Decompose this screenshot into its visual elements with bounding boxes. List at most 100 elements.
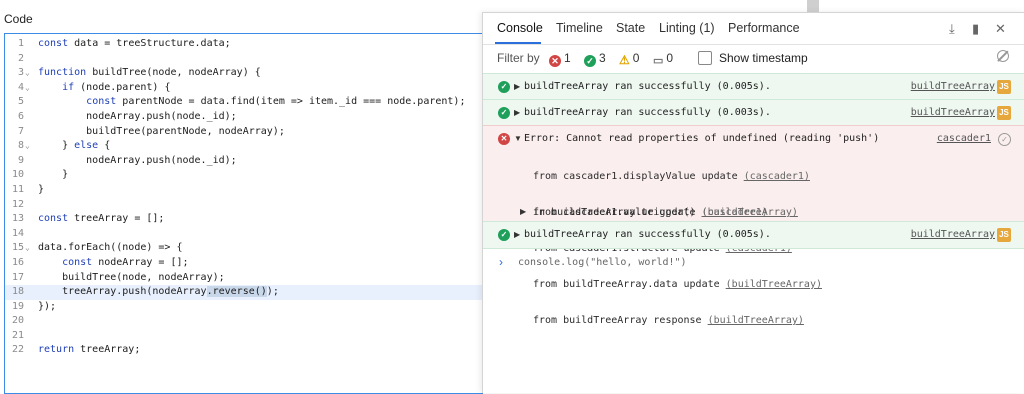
download-icon[interactable]: ⤓ [949, 21, 955, 37]
code-text: function buildTree(node, nodeArray) { [38, 67, 261, 79]
console-entry[interactable]: ✓ ▶ buildTreeArray ran successfully (0.0… [483, 73, 1024, 100]
code-line[interactable]: 2 [5, 52, 483, 67]
stack-frame: in buildTreeArray.trigger() (buildTreeAr… [533, 207, 798, 218]
code-line[interactable]: 13 const treeArray = []; [5, 212, 483, 227]
error-status-icon: ✕ [498, 133, 510, 145]
line-number: 20 [11, 315, 24, 327]
code-line[interactable]: 22 return treeArray; [5, 343, 483, 358]
code-line[interactable]: 15 ⌄ data.forEach((node) => { [5, 241, 483, 256]
line-number: 2 [17, 52, 24, 64]
console-entry[interactable]: ✓ ▶ buildTreeArray ran successfully (0.0… [483, 221, 1024, 249]
error-icon: ✕ [549, 55, 561, 67]
stack-frame-link[interactable]: (buildTreeArray) [726, 279, 822, 290]
code-line[interactable]: 8 ⌄ } else { [5, 139, 483, 154]
line-number: 18 [11, 286, 24, 298]
code-line[interactable]: 12 [5, 198, 483, 213]
stack-frame-link[interactable]: (cascader1) [744, 171, 810, 182]
line-number: 6 [17, 110, 24, 122]
success-filter[interactable]: ✓ 3 [584, 51, 606, 67]
code-line[interactable]: 19}); [5, 300, 483, 315]
code-line[interactable]: 10 } [5, 168, 483, 183]
js-badge-icon: JS [997, 106, 1011, 120]
repl-prompt-icon: › [499, 255, 503, 269]
expand-caret-icon[interactable]: ▶ [520, 207, 526, 216]
code-text: const nodeArray = []; [62, 256, 189, 268]
code-text: } [38, 183, 45, 195]
collapse-caret-icon[interactable]: ▼ [514, 134, 522, 143]
error-filter[interactable]: ✕ 1 [549, 51, 571, 67]
line-number: 10 [11, 169, 24, 181]
line-number: 3 [17, 67, 24, 79]
line-number: 17 [11, 271, 24, 283]
fold-toggle-icon[interactable]: ⌄ [25, 139, 30, 154]
line-number: 14 [11, 227, 24, 239]
sidebar-toggle-icon[interactable]: ▮ [972, 21, 979, 37]
clear-console-icon[interactable] [997, 50, 1009, 62]
close-icon[interactable]: ✕ [995, 21, 1006, 37]
resolve-check-icon[interactable]: ✓ [998, 133, 1011, 146]
line-number: 8 [17, 140, 24, 152]
tab-performance[interactable]: Performance [728, 21, 800, 35]
line-number: 9 [17, 154, 24, 166]
message-count: 0 [666, 51, 674, 65]
stack-frame-link[interactable]: (buildTreeArray) [708, 315, 804, 326]
message-filter[interactable]: ▭ 0 [653, 51, 673, 67]
code-editor[interactable]: 1 const data = treeStructure.data; 2 3 ⌄ func… [4, 33, 483, 394]
code-line[interactable]: 20 [5, 314, 483, 329]
code-line[interactable]: 17 buildTree(node, nodeArray); [5, 271, 483, 286]
js-badge-icon: JS [997, 228, 1011, 242]
stack-frame-link[interactable]: (buildTreeArray) [702, 207, 798, 218]
show-timestamp-checkbox[interactable] [698, 51, 712, 65]
line-number: 7 [17, 125, 24, 137]
expand-caret-icon[interactable]: ▶ [514, 108, 520, 117]
code-line[interactable]: 16 const nodeArray = []; [5, 256, 483, 271]
code-line[interactable]: 9 nodeArray.push(node._id); [5, 154, 483, 169]
stack-frame: from cascader1.displayValue update (casc… [533, 171, 810, 182]
code-text: } else { [38, 140, 111, 152]
line-number: 13 [11, 213, 24, 225]
code-line[interactable]: 3 ⌄ function buildTree(node, nodeArray) { [5, 66, 483, 81]
line-number: 16 [11, 256, 24, 268]
code-text: const treeArray = []; [38, 213, 165, 225]
panel-tabs: Console Timeline State Linting (1) Perfo… [483, 13, 1024, 45]
entry-source-link[interactable]: buildTreeArray [911, 229, 995, 240]
code-line[interactable]: 1 const data = treeStructure.data; [5, 37, 483, 52]
code-text: buildTree(parentNode, nodeArray); [38, 125, 285, 137]
entry-source-link[interactable]: buildTreeArray [911, 81, 995, 92]
code-line[interactable]: 7 buildTree(parentNode, nodeArray); [5, 125, 483, 140]
tab-console[interactable]: Console [497, 21, 543, 35]
code-line[interactable]: 18 treeArray.push(nodeArray.reverse()); [5, 285, 483, 300]
fold-toggle-icon[interactable]: ⌄ [25, 81, 30, 96]
fold-toggle-icon[interactable]: ⌄ [25, 66, 30, 81]
tab-timeline[interactable]: Timeline [556, 21, 603, 35]
expand-caret-icon[interactable]: ▶ [514, 82, 520, 91]
code-text: }); [38, 300, 57, 312]
tab-state[interactable]: State [616, 21, 645, 35]
stack-trace: from cascader1.displayValue update (casc… [533, 147, 822, 351]
line-number: 15 [11, 242, 24, 254]
fold-toggle-icon[interactable]: ⌄ [25, 241, 30, 256]
entry-source-link[interactable]: cascader1 [937, 133, 991, 144]
tab-linting[interactable]: Linting (1) [659, 21, 715, 35]
expand-caret-icon[interactable]: ▶ [514, 230, 520, 239]
code-line[interactable]: 4 ⌄ if (node.parent) { [5, 81, 483, 96]
code-text: buildTree(node, nodeArray); [38, 271, 225, 283]
entry-message: Error: Cannot read properties of undefin… [524, 133, 880, 144]
success-count: 3 [599, 51, 606, 65]
code-line[interactable]: 14 [5, 227, 483, 242]
code-line[interactable]: 11} [5, 183, 483, 198]
console-entry[interactable]: ✓ ▶ buildTreeArray ran successfully (0.0… [483, 99, 1024, 126]
code-text: nodeArray.push(node._id); [38, 110, 237, 122]
error-count: 1 [564, 51, 571, 65]
repl-input[interactable]: console.log("hello, world!") [518, 257, 687, 268]
console-panel: Console Timeline State Linting (1) Perfo… [482, 12, 1024, 393]
warning-filter[interactable]: ⚠ 0 [619, 51, 639, 66]
code-text: data.forEach((node) => { [38, 242, 183, 254]
code-line[interactable]: 21 [5, 329, 483, 344]
entry-message: buildTreeArray ran successfully (0.005s)… [524, 81, 771, 92]
entry-source-link[interactable]: buildTreeArray [911, 107, 995, 118]
code-line[interactable]: 5 const parentNode = data.find(item => i… [5, 95, 483, 110]
code-line[interactable]: 6 nodeArray.push(node._id); [5, 110, 483, 125]
console-error-entry[interactable]: ✕ ▼ Error: Cannot read properties of und… [483, 125, 1024, 326]
line-number: 21 [11, 329, 24, 341]
